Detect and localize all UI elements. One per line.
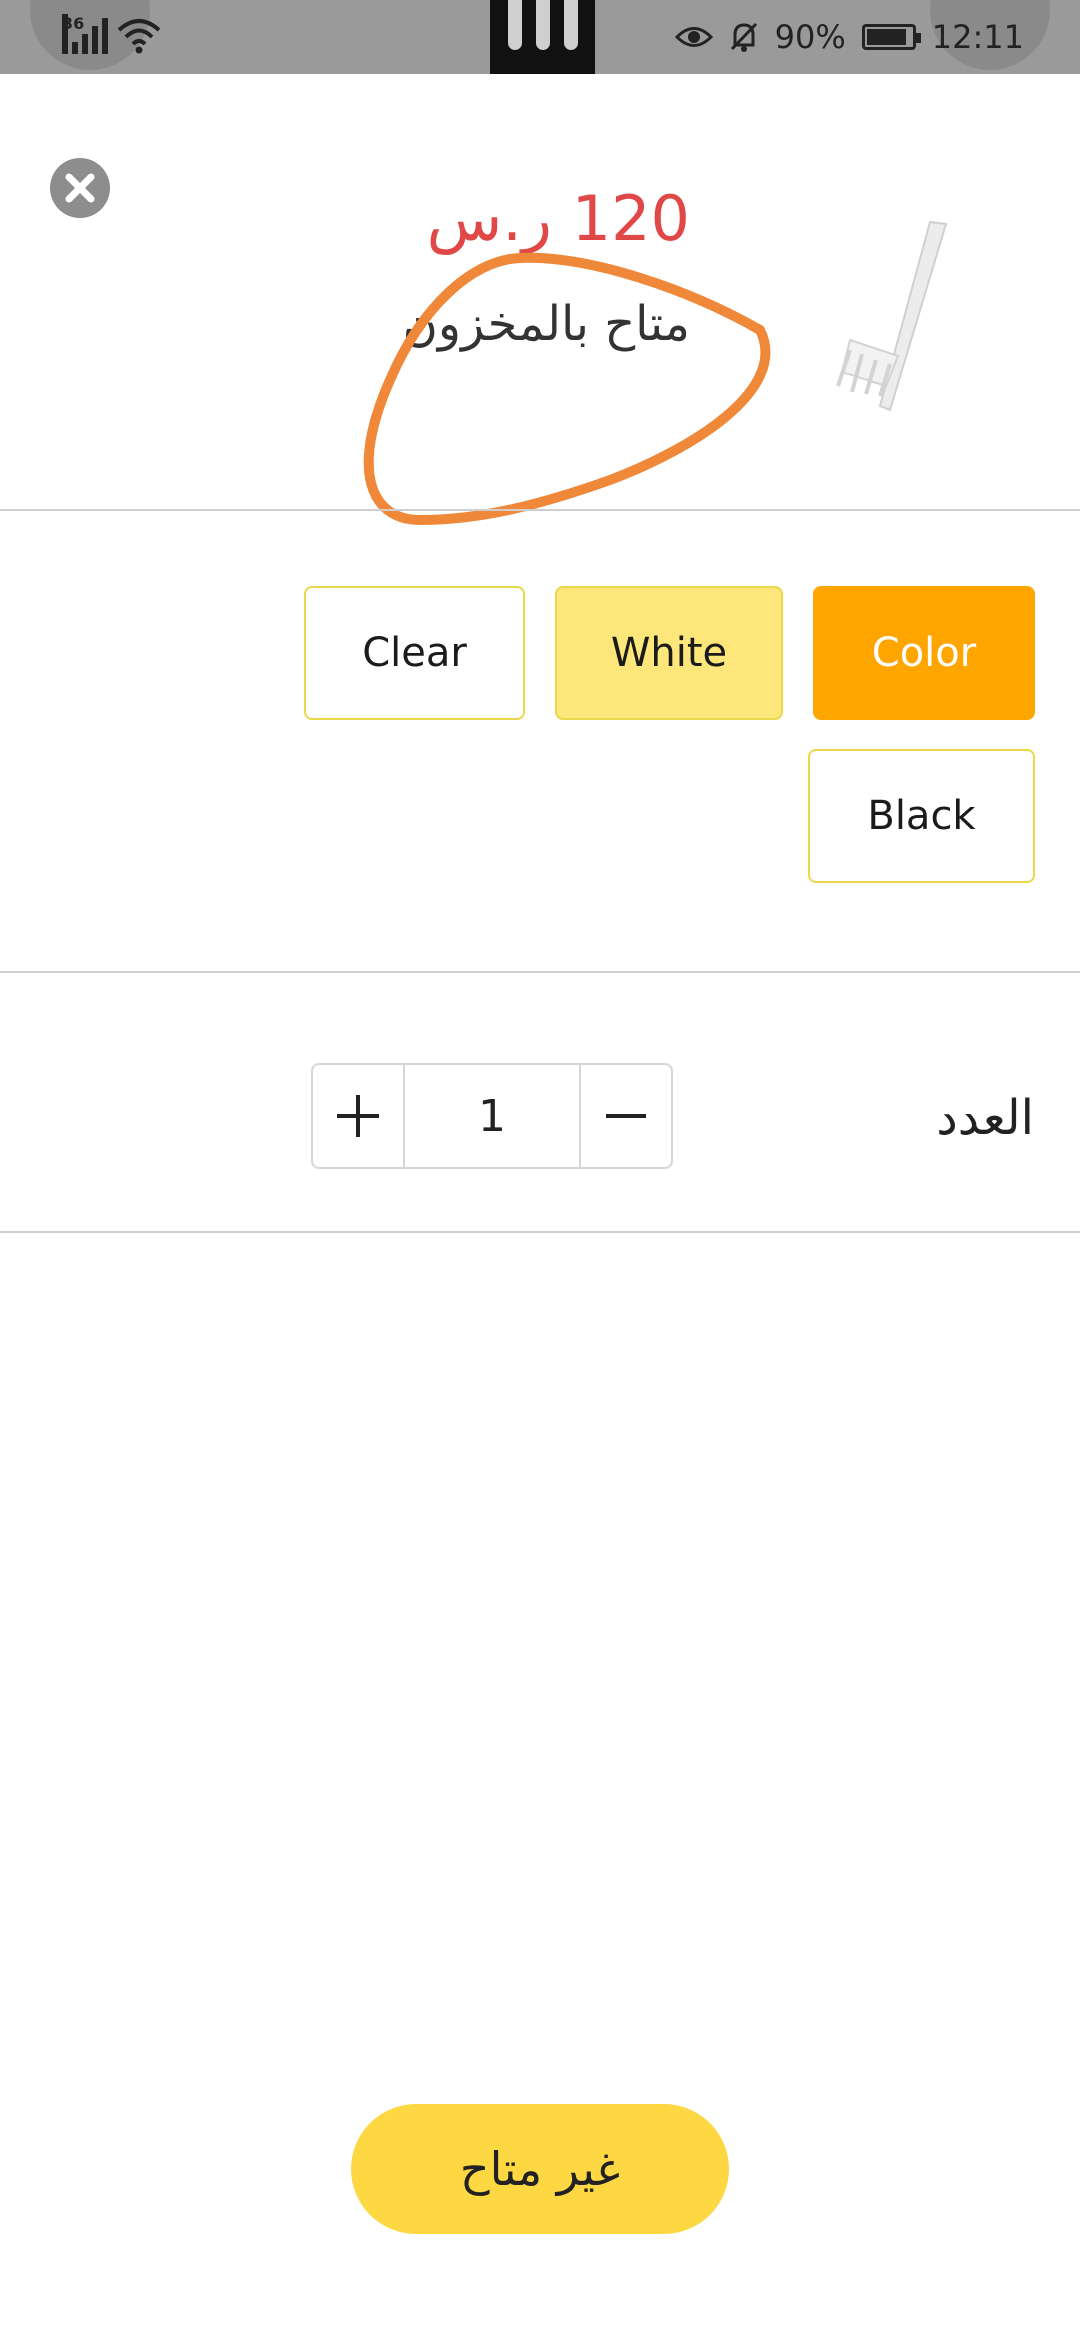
close-icon: [65, 173, 95, 203]
increment-button[interactable]: [313, 1065, 403, 1167]
annotation-circle: [363, 252, 771, 525]
background-thumbnail: [490, 0, 595, 74]
bell-off-icon: [730, 22, 757, 52]
plus-icon: [337, 1095, 379, 1137]
minus-icon: [606, 1114, 646, 1118]
option-black-button[interactable]: Black: [808, 749, 1035, 883]
divider: [0, 509, 1080, 511]
eye-icon: [674, 27, 713, 47]
product-price: 120 ر.س: [426, 182, 690, 255]
quantity-value[interactable]: 1: [403, 1065, 581, 1167]
battery-percent: 90%: [774, 18, 846, 56]
unavailable-button[interactable]: غير متاح: [351, 2104, 729, 2234]
signal-icon: 36: [62, 14, 108, 54]
decrement-button[interactable]: [581, 1065, 671, 1167]
divider: [0, 1231, 1080, 1233]
network-type: 36: [62, 14, 84, 54]
wifi-icon: [117, 19, 161, 54]
quantity-label: العدد: [936, 1090, 1034, 1146]
fork-icon: [836, 220, 948, 412]
clock: 12:11: [931, 18, 1024, 56]
option-clear-button[interactable]: Clear: [304, 586, 525, 720]
option-white-button[interactable]: White: [555, 586, 783, 720]
quantity-stepper: 1: [311, 1063, 673, 1169]
divider: [0, 971, 1080, 973]
status-bar: 36 90% 12:11: [0, 0, 1080, 74]
battery-icon: [861, 24, 921, 50]
stock-status: متاح بالمخزون: [402, 296, 690, 352]
close-button[interactable]: [50, 158, 110, 218]
option-color-button[interactable]: Color: [813, 586, 1035, 720]
